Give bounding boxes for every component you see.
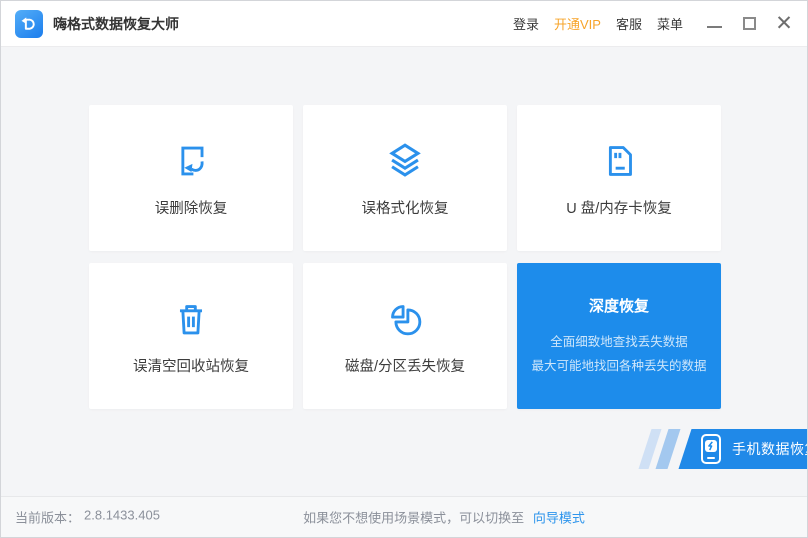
card-usb-sd-recovery[interactable]: U 盘/内存卡恢复	[517, 105, 721, 251]
title-bar: 嗨格式数据恢复大师 登录 开通VIP 客服 菜单 ✕	[1, 1, 807, 47]
card-label: 误清空回收站恢复	[133, 359, 249, 375]
card-deleted-recovery[interactable]: 误删除恢复	[89, 105, 293, 251]
close-icon: ✕	[775, 11, 793, 35]
maximize-icon	[742, 17, 756, 30]
card-label: U 盘/内存卡恢复	[566, 201, 672, 217]
app-title: 嗨格式数据恢复大师	[53, 15, 179, 32]
sd-card-icon	[608, 146, 632, 176]
menu-button[interactable]: 菜单	[657, 14, 683, 33]
card-partition-recovery[interactable]: 磁盘/分区丢失恢复	[303, 263, 507, 409]
deep-recovery-subtitle-2: 最大可能地找回各种丢失的数据	[531, 358, 707, 373]
layers-icon	[389, 143, 421, 177]
app-window: 嗨格式数据恢复大师 登录 开通VIP 客服 菜单 ✕ 误删除恢复 误格式化恢复 …	[0, 0, 808, 538]
pie-chart-icon	[391, 305, 422, 336]
card-label: 误格式化恢复	[361, 201, 449, 217]
version-number: 2.8.1433.405	[84, 507, 160, 523]
card-formatted-recovery[interactable]: 误格式化恢复	[303, 105, 507, 251]
deep-recovery-subtitle-1: 全面细致地查找丢失数据	[550, 334, 688, 349]
titlebar-menu: 登录 开通VIP 客服 菜单	[513, 14, 683, 33]
login-button[interactable]: 登录	[513, 14, 539, 33]
version-info: 当前版本： 2.8.1433.405	[15, 508, 160, 527]
app-logo-icon	[15, 9, 43, 38]
hint-text: 如果您不想使用场景模式，可以切换至	[303, 510, 525, 526]
phone-recovery-icon	[701, 434, 721, 464]
deep-recovery-title: 深度恢复	[588, 297, 649, 315]
window-controls: ✕	[705, 11, 793, 35]
vip-button[interactable]: 开通VIP	[554, 14, 601, 33]
card-deep-recovery[interactable]: 深度恢复 全面细致地查找丢失数据 最大可能地找回各种丢失的数据	[517, 263, 721, 409]
trash-icon	[179, 305, 203, 335]
version-label: 当前版本：	[15, 510, 81, 526]
card-label: 磁盘/分区丢失恢复	[344, 359, 466, 375]
minimize-icon	[706, 25, 722, 28]
footer-bar: 当前版本： 2.8.1433.405 如果您不想使用场景模式，可以切换至 向导模…	[1, 496, 807, 537]
phone-recovery-button[interactable]: 手机数据恢复	[678, 429, 808, 469]
card-recycle-bin-recovery[interactable]: 误清空回收站恢复	[89, 263, 293, 409]
restore-file-icon	[181, 146, 204, 176]
phone-recovery-cta: 手机数据恢复	[635, 429, 807, 469]
phone-recovery-label: 手机数据恢复	[732, 441, 808, 457]
scenario-card-grid: 误删除恢复 误格式化恢复 U 盘/内存卡恢复 误清空回收站恢复 磁盘/分区丢失恢…	[89, 105, 721, 409]
minimize-button[interactable]	[705, 15, 723, 33]
wizard-mode-link[interactable]: 向导模式	[533, 511, 585, 526]
support-button[interactable]: 客服	[616, 14, 642, 33]
card-label: 误删除恢复	[154, 201, 228, 217]
close-button[interactable]: ✕	[775, 11, 793, 35]
maximize-button[interactable]	[740, 15, 758, 33]
mode-switch-hint: 如果您不想使用场景模式，可以切换至 向导模式	[303, 508, 585, 527]
